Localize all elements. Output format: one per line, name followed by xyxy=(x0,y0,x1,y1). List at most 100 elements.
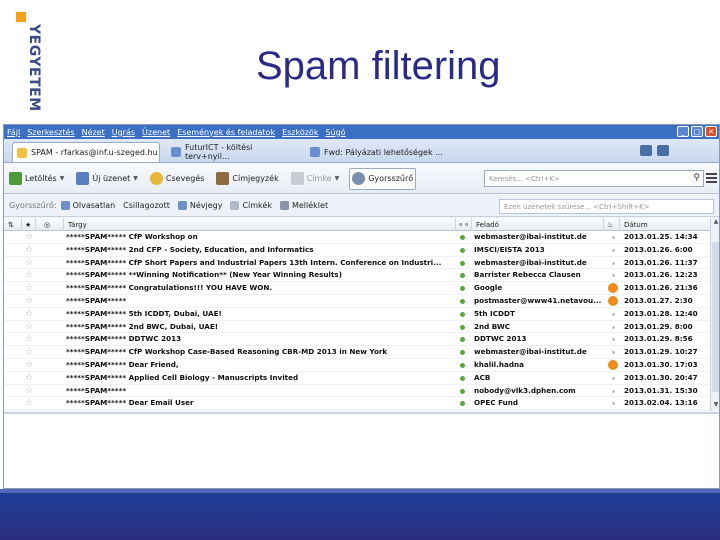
read-status-icon[interactable] xyxy=(460,311,465,317)
menu-item[interactable]: Szerkesztés xyxy=(27,128,74,137)
table-row[interactable]: ☆ *****SPAM***** Dear Friend, khalil.hadna… xyxy=(4,358,709,372)
table-row[interactable]: ☆ *****SPAM***** 2nd CFP - Society, Educa… xyxy=(4,243,709,257)
minimize-icon[interactable]: _ xyxy=(677,126,689,137)
star-icon[interactable]: ☆ xyxy=(25,244,37,257)
app-menu-icon[interactable] xyxy=(706,173,717,183)
star-icon[interactable]: ☆ xyxy=(25,359,37,372)
not-junk-icon[interactable] xyxy=(612,376,615,380)
read-status-icon[interactable] xyxy=(460,247,465,253)
not-junk-icon[interactable] xyxy=(612,236,615,239)
sender-column-header[interactable]: Feladó xyxy=(472,218,604,231)
table-row[interactable]: ☆ *****SPAM***** postmaster@www41.netavou.… xyxy=(4,294,709,308)
chevron-down-icon[interactable]: ▼ xyxy=(60,175,65,182)
filter-contact[interactable]: Névjegy xyxy=(177,201,222,210)
table-row[interactable]: ☆ *****SPAM***** nobody@vlk3.dphen.com 2013… xyxy=(4,384,709,398)
menu-item[interactable]: Üzenet xyxy=(142,128,170,137)
star-icon[interactable]: ☆ xyxy=(25,308,37,321)
star-icon[interactable]: ☆ xyxy=(25,321,37,334)
not-junk-icon[interactable] xyxy=(612,312,615,316)
filter-attachment[interactable]: Melléklet xyxy=(279,201,328,210)
filter-messages-input[interactable]: Ezen üzenetek szűrése... <Ctrl+Shift+K> xyxy=(499,199,714,214)
table-row[interactable]: ☆ *****SPAM***** Congratulations!!! YOU H… xyxy=(4,282,709,295)
not-junk-icon[interactable] xyxy=(612,351,615,355)
not-junk-icon[interactable] xyxy=(612,389,615,393)
filter-starred[interactable]: Csillagozott xyxy=(123,201,170,210)
star-icon[interactable]: ☆ xyxy=(25,282,37,295)
star-icon[interactable]: ☆ xyxy=(25,372,37,385)
table-row[interactable]: ☆ *****SPAM***** CfP Workshop on webmaster… xyxy=(4,231,709,244)
tab-spam[interactable]: SPAM - rfarkas@inf.u-szeged.hu xyxy=(12,142,160,162)
star-icon[interactable]: ☆ xyxy=(25,269,37,282)
not-junk-icon[interactable] xyxy=(612,248,615,252)
star-icon[interactable]: ☆ xyxy=(25,257,37,270)
read-status-icon[interactable] xyxy=(460,388,465,394)
search-icon[interactable]: ⚲ xyxy=(693,173,700,183)
read-status-icon[interactable] xyxy=(460,260,465,266)
quick-filter-button[interactable]: Gyorsszűrő xyxy=(349,167,417,190)
scroll-down-icon[interactable]: ▼ xyxy=(711,401,719,411)
read-status-icon[interactable] xyxy=(460,362,465,368)
calendar-icon[interactable] xyxy=(640,145,652,156)
tab-futurict[interactable]: FuturICT - költési terv+nyil... xyxy=(167,142,299,162)
scroll-up-icon[interactable]: ▲ xyxy=(711,218,719,228)
star-icon[interactable]: ☆ xyxy=(25,346,37,359)
menu-item[interactable]: Események és feladatok xyxy=(177,128,275,137)
menu-item[interactable]: Ugrás xyxy=(112,128,135,137)
table-row[interactable]: ☆ *****SPAM***** CfP Short Papers and Ind… xyxy=(4,256,709,270)
star-icon[interactable]: ☆ xyxy=(25,333,37,346)
scrollbar-thumb[interactable] xyxy=(712,242,719,392)
filter-tags[interactable]: Címkék xyxy=(230,201,272,210)
tab-fwd[interactable]: Fwd: Pályázati lehetőségek ... xyxy=(306,142,454,162)
star-icon[interactable]: ☆ xyxy=(25,385,37,398)
date-column-header[interactable]: Dátum xyxy=(620,218,710,231)
read-status-icon[interactable] xyxy=(460,350,465,356)
read-column-icon[interactable]: ⚬⚬ xyxy=(456,218,472,231)
thread-column-icon[interactable]: ⇅ xyxy=(4,218,22,231)
filter-unread[interactable]: Olvasatlan xyxy=(60,201,115,210)
table-row[interactable]: ☆ *****SPAM***** 5th ICDDT, Dubai, UAE! 5t… xyxy=(4,307,709,321)
table-row[interactable]: ☆ *****SPAM***** Applied Cell Biology - M… xyxy=(4,371,709,385)
table-row[interactable]: ☆ *****SPAM***** Dear Email User OPEC Fund… xyxy=(4,397,709,411)
search-input[interactable]: Keresés... <Ctrl+K> ⚲ xyxy=(484,170,704,187)
read-status-icon[interactable] xyxy=(460,235,465,240)
maximize-icon[interactable]: □ xyxy=(691,126,703,137)
chevron-down-icon[interactable]: ▼ xyxy=(335,175,340,182)
read-status-icon[interactable] xyxy=(460,286,465,292)
chat-button[interactable]: Csevegés xyxy=(148,168,207,190)
not-junk-icon[interactable] xyxy=(612,402,615,406)
read-status-icon[interactable] xyxy=(460,324,465,330)
menu-item[interactable]: Eszközök xyxy=(282,128,318,137)
write-button[interactable]: Új üzenet ▼ xyxy=(74,168,140,190)
read-status-icon[interactable] xyxy=(460,337,465,343)
read-status-icon[interactable] xyxy=(460,298,465,304)
star-icon[interactable]: ☆ xyxy=(25,397,37,410)
not-junk-icon[interactable] xyxy=(612,261,615,265)
table-row[interactable]: ☆ *****SPAM***** DDTWC 2013 DDTWC 2013 2013… xyxy=(4,333,709,347)
attachment-column-icon[interactable]: ◎ xyxy=(36,218,64,231)
tag-button[interactable]: Címke ▼ xyxy=(289,168,342,190)
not-junk-icon[interactable] xyxy=(612,338,615,342)
read-status-icon[interactable] xyxy=(460,401,465,407)
message-list-scrollbar[interactable]: ▲ ▼ xyxy=(710,218,719,411)
read-status-icon[interactable] xyxy=(460,375,465,381)
menu-item[interactable]: Fájl xyxy=(7,128,20,137)
subject-column-header[interactable]: Tárgy xyxy=(64,218,456,231)
junk-column-icon[interactable]: ♨ xyxy=(604,218,620,231)
star-column-icon[interactable]: ★ xyxy=(22,218,36,231)
junk-flame-icon[interactable] xyxy=(608,359,618,370)
star-icon[interactable]: ☆ xyxy=(25,231,37,244)
table-row[interactable]: ☆ *****SPAM***** 2nd BWC, Dubai, UAE! 2nd … xyxy=(4,320,709,334)
close-icon[interactable]: ✕ xyxy=(705,126,717,137)
menu-item[interactable]: Súgó xyxy=(325,128,345,137)
table-row[interactable]: ☆ *****SPAM***** CfP Workshop Case-Based … xyxy=(4,346,709,359)
junk-flame-icon[interactable] xyxy=(608,283,618,294)
address-book-button[interactable]: Címjegyzék xyxy=(214,168,280,190)
menu-item[interactable]: Nézet xyxy=(82,128,105,137)
not-junk-icon[interactable] xyxy=(612,325,615,329)
chevron-down-icon[interactable]: ▼ xyxy=(133,175,138,182)
star-icon[interactable]: ☆ xyxy=(25,295,37,308)
table-row[interactable]: ☆ *****SPAM***** **Winning Notification**… xyxy=(4,269,709,283)
junk-flame-icon[interactable] xyxy=(608,295,618,306)
get-mail-button[interactable]: Letöltés ▼ xyxy=(7,168,66,190)
tasks-icon[interactable] xyxy=(657,145,669,156)
